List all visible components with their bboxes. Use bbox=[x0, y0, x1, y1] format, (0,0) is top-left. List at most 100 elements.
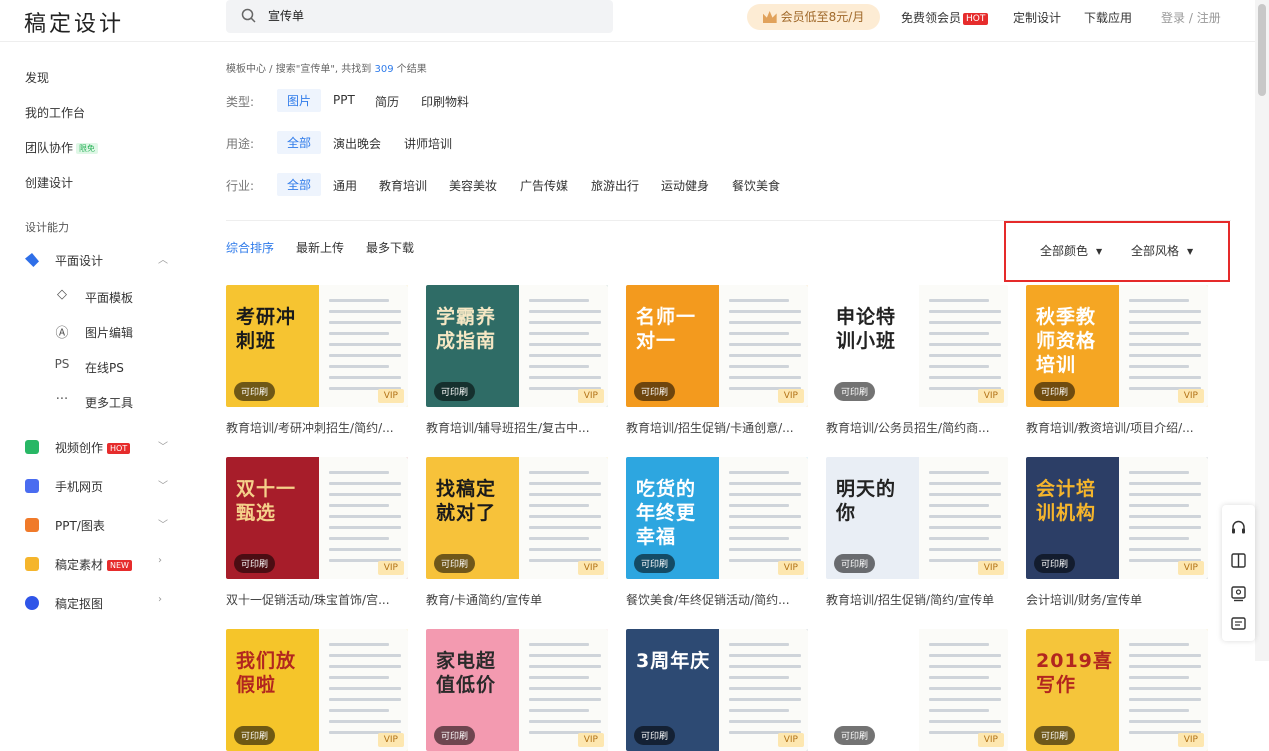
filter-option[interactable]: 旅游出行 bbox=[591, 177, 639, 194]
vip-badge: VIP bbox=[1177, 561, 1204, 575]
thumbnail-headline: 找稿定就对了 bbox=[436, 478, 497, 524]
filter-option[interactable]: 讲师培训 bbox=[404, 135, 452, 152]
text-line bbox=[529, 687, 601, 690]
filter-option[interactable]: 全部 bbox=[277, 131, 322, 154]
register-link[interactable]: 注册 bbox=[1197, 11, 1221, 25]
filter-option[interactable]: 通用 bbox=[333, 177, 357, 194]
scrollbar-thumb[interactable] bbox=[1258, 4, 1266, 96]
template-thumbnail[interactable]: 可印刷 VIP bbox=[826, 629, 1008, 751]
filter-option[interactable]: 餐饮美食 bbox=[732, 177, 780, 194]
template-thumbnail[interactable]: 2019喜写作 可印刷 VIP bbox=[1026, 629, 1208, 751]
filter-option[interactable]: 广告传媒 bbox=[520, 177, 568, 194]
text-line bbox=[329, 365, 389, 368]
feedback-icon[interactable] bbox=[1230, 585, 1247, 602]
template-title[interactable]: 会计培训/财务/宣传单 bbox=[1026, 591, 1208, 608]
free-vip-link[interactable]: 免费领会员 HOT bbox=[901, 9, 989, 26]
text-line bbox=[729, 676, 789, 679]
text-line bbox=[929, 343, 1001, 346]
text-line bbox=[729, 515, 801, 518]
video-icon bbox=[25, 440, 39, 454]
printable-badge: 可印刷 bbox=[1034, 382, 1076, 401]
sidebar-item-create[interactable]: 创建设计 bbox=[25, 174, 73, 191]
sidebar-item-h5[interactable]: 手机网页 ﹀ bbox=[25, 475, 175, 497]
book-icon[interactable] bbox=[1230, 552, 1247, 569]
text-line bbox=[529, 376, 601, 379]
template-thumbnail[interactable]: 学霸养成指南 可印刷 VIP bbox=[426, 285, 608, 407]
vip-badge: VIP bbox=[377, 733, 404, 747]
template-thumbnail[interactable]: 找稿定就对了 可印刷 VIP bbox=[426, 457, 608, 579]
template-thumbnail[interactable]: 考研冲刺班 可印刷 VIP bbox=[226, 285, 408, 407]
template-title[interactable]: 教育/卡通简约/宣传单 bbox=[426, 591, 608, 608]
headset-icon[interactable] bbox=[1230, 519, 1247, 536]
printable-badge: 可印刷 bbox=[634, 382, 676, 401]
filter-option[interactable]: 美容美妆 bbox=[449, 177, 497, 194]
sidebar-item-team[interactable]: 团队协作 限免 bbox=[25, 139, 99, 156]
text-line bbox=[929, 471, 989, 474]
filter-option[interactable]: 教育培训 bbox=[379, 177, 427, 194]
filter-option[interactable]: PPT bbox=[333, 93, 355, 107]
text-line bbox=[329, 709, 389, 712]
filter-type: 类型: 图片 PPT 简历 印刷物料 bbox=[226, 89, 826, 112]
text-line bbox=[1129, 515, 1201, 518]
text-line bbox=[329, 310, 401, 313]
filter-option[interactable]: 印刷物料 bbox=[421, 93, 469, 110]
sort-option[interactable]: 最新上传 bbox=[296, 239, 344, 256]
text-line bbox=[729, 526, 801, 529]
search-box[interactable] bbox=[226, 0, 825, 33]
scrollbar[interactable] bbox=[1255, 0, 1269, 661]
sort-option[interactable]: 最多下载 bbox=[366, 239, 414, 256]
template-thumbnail[interactable]: 名师一对一 可印刷 VIP bbox=[626, 285, 808, 407]
template-title[interactable]: 教育培训/辅导班招生/复古中... bbox=[426, 419, 608, 436]
login-link[interactable]: 登录 bbox=[1161, 11, 1185, 25]
template-title[interactable]: 教育培训/公务员招生/简约商... bbox=[826, 419, 1008, 436]
sidebar-item-video[interactable]: 视频创作 HOT ﹀ bbox=[25, 436, 175, 458]
template-title[interactable]: 教育培训/招生促销/卡通创意/... bbox=[626, 419, 808, 436]
text-line bbox=[729, 354, 801, 357]
sidebar-item-discover[interactable]: 发现 bbox=[25, 69, 49, 86]
template-title[interactable]: 教育培训/考研冲刺招生/简约/... bbox=[226, 419, 408, 436]
template-thumbnail[interactable]: 双十一甄选 可印刷 VIP bbox=[226, 457, 408, 579]
vip-promo-button[interactable]: 会员低至8元/月 bbox=[747, 4, 880, 30]
sidebar-item-material[interactable]: 稿定素材 NEW › bbox=[25, 553, 175, 575]
text-line bbox=[929, 526, 1001, 529]
sidebar-item-cutout[interactable]: 稿定抠图 › bbox=[25, 592, 175, 614]
template-title[interactable]: 教育培训/招生促销/简约/宣传单 bbox=[826, 591, 1008, 608]
message-icon[interactable] bbox=[1230, 616, 1247, 633]
text-line bbox=[529, 493, 601, 496]
template-thumbnail[interactable]: 会计培训机构 可印刷 VIP bbox=[1026, 457, 1208, 579]
filter-option[interactable]: 图片 bbox=[277, 89, 322, 112]
template-thumbnail[interactable]: 吃货的年终更幸福 可印刷 VIP bbox=[626, 457, 808, 579]
vip-badge: VIP bbox=[977, 733, 1004, 747]
filter-option[interactable]: 运动健身 bbox=[661, 177, 709, 194]
filter-option[interactable]: 简历 bbox=[375, 93, 399, 110]
filter-option[interactable]: 全部 bbox=[277, 173, 322, 196]
search-input[interactable] bbox=[268, 8, 568, 22]
template-title[interactable]: 教育培训/教资培训/项目介绍/... bbox=[1026, 419, 1208, 436]
sidebar-item-workspace[interactable]: 我的工作台 bbox=[25, 104, 85, 121]
text-line bbox=[1129, 365, 1189, 368]
template-thumbnail[interactable]: 家电超值低价 可印刷 VIP bbox=[426, 629, 608, 751]
sidebar-item-graphic[interactable]: 平面设计 ︿ bbox=[25, 249, 175, 271]
template-thumbnail[interactable]: 秋季教师资格培训 可印刷 VIP bbox=[1026, 285, 1208, 407]
template-title[interactable]: 餐饮美食/年终促销活动/简约... bbox=[626, 591, 808, 608]
template-thumbnail[interactable]: 申论特训小班 可印刷 VIP bbox=[826, 285, 1008, 407]
filter-option[interactable]: 演出晚会 bbox=[333, 135, 381, 152]
color-dropdown[interactable]: 全部颜色 ▼ bbox=[1040, 242, 1102, 259]
style-dropdown[interactable]: 全部风格 ▼ bbox=[1131, 242, 1193, 259]
vip-badge: VIP bbox=[377, 561, 404, 575]
text-line bbox=[329, 343, 401, 346]
logo[interactable]: 稿定设计 bbox=[24, 6, 124, 38]
sidebar-item-ppt[interactable]: PPT/图表 ﹀ bbox=[25, 514, 175, 536]
sidebar-item-label: 手机网页 bbox=[55, 480, 104, 494]
vip-badge: VIP bbox=[577, 561, 604, 575]
template-title[interactable]: 双十一促销活动/珠宝首饰/宫... bbox=[226, 591, 408, 608]
template-thumbnail[interactable]: 我们放假啦 可印刷 VIP bbox=[226, 629, 408, 751]
vip-badge: VIP bbox=[1177, 389, 1204, 403]
text-line bbox=[329, 698, 401, 701]
template-thumbnail[interactable]: 明天的你 可印刷 VIP bbox=[826, 457, 1008, 579]
sort-option[interactable]: 综合排序 bbox=[226, 239, 274, 256]
template-thumbnail[interactable]: 3周年庆 可印刷 VIP bbox=[626, 629, 808, 751]
custom-design-link[interactable]: 定制设计 bbox=[1013, 9, 1061, 26]
text-line bbox=[529, 643, 589, 646]
download-app-link[interactable]: 下载应用 bbox=[1084, 9, 1132, 26]
